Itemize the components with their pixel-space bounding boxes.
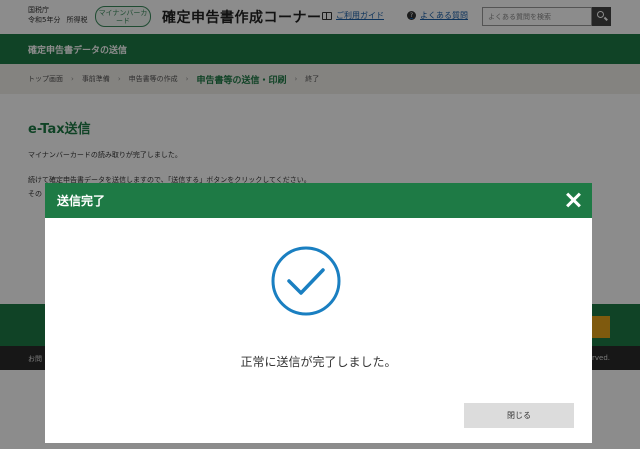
send-complete-dialog: 送信完了 正常に送信が完了しました。 閉じる xyxy=(45,183,592,443)
check-circle-icon xyxy=(271,246,341,316)
dialog-header: 送信完了 xyxy=(45,183,592,218)
close-icon[interactable] xyxy=(564,191,582,209)
close-button[interactable]: 閉じる xyxy=(464,403,574,428)
dialog-message: 正常に送信が完了しました。 xyxy=(240,355,397,369)
dialog-title: 送信完了 xyxy=(57,194,106,208)
